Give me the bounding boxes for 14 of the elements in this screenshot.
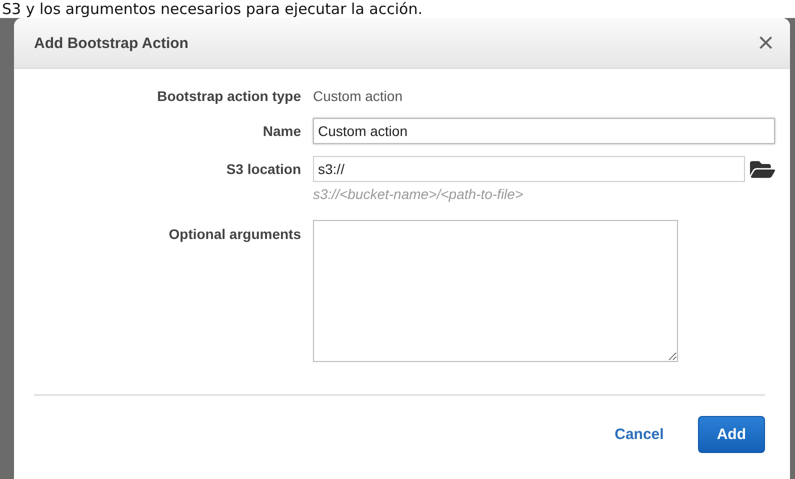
close-button[interactable]: × (754, 29, 778, 57)
dialog-title: Add Bootstrap Action (34, 34, 188, 52)
name-field[interactable]: Custom action (313, 118, 775, 144)
arguments-field[interactable] (313, 220, 678, 362)
field-label: Bootstrap action type (157, 87, 301, 106)
background-text: S3 y los argumentos necesarios para ejecutar la acción. (1, 0, 422, 18)
field-label: Name (262, 122, 301, 141)
add-button[interactable]: Add (698, 416, 765, 453)
cancel-button[interactable]: Cancel (614, 417, 664, 452)
field-label: Optional arguments (168, 225, 301, 244)
field-value: Custom action (313, 87, 404, 106)
field-label: S3 location (226, 160, 301, 179)
s3-location-field[interactable]: s3:// (313, 156, 745, 182)
field-hint: s3://<bucket-name>/<path-to-file> (313, 186, 524, 202)
